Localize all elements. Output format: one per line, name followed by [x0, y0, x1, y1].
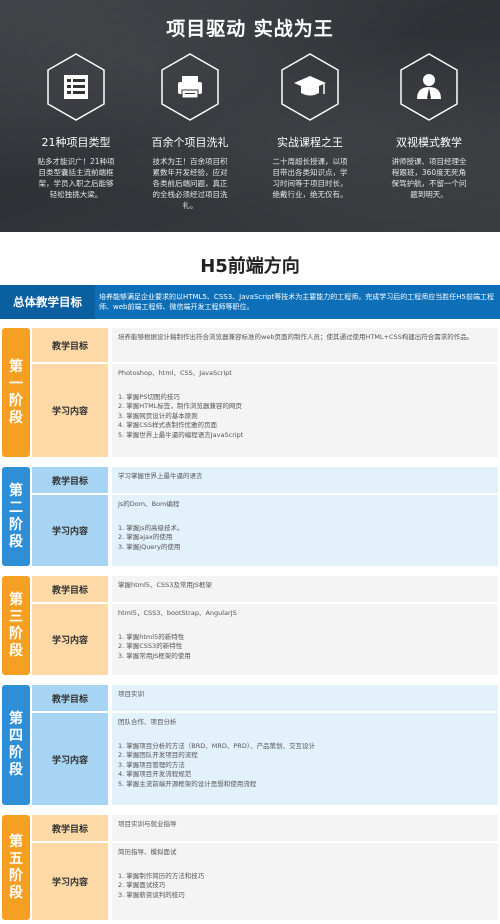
stage-label: 第四阶段 — [2, 685, 30, 805]
goal-row: 教学目标 项目实训与就业指导 — [32, 815, 498, 841]
content-head: 团队合作、项目分析 — [118, 718, 177, 726]
content-row-label: 学习内容 — [32, 495, 108, 566]
stage-label: 第三阶段 — [2, 576, 30, 675]
hero-banner: 项目驱动 实战为王 21种项目类型 贴多才能识广！21种项目类型囊括主流前端框架… — [0, 0, 500, 232]
goal-row-label: 教学目标 — [32, 815, 108, 841]
goal-row-text: 掌握html5、CSS3及常用JS框架 — [112, 576, 498, 602]
goal-row: 教学目标 培养能够根据设计稿制作出符合浏览器兼容标准的web页面的制作人员；使其… — [32, 328, 498, 362]
list-item: 2. 掌握ajax的使用 — [118, 533, 173, 541]
content-row-body: Photoshop、html、CSS、JavaScript 1. 掌握PS切图的… — [112, 364, 498, 457]
feature-title: 实战课程之王 — [277, 136, 343, 149]
goal-row: 教学目标 项目实训 — [32, 685, 498, 711]
goal-text: 项目实训 — [118, 690, 144, 698]
content-head: Js的Dom、Bom编程 — [118, 500, 180, 508]
content-row: 学习内容 团队合作、项目分析 1. 掌握项目分析的方法（BRD、MRD、PRD）… — [32, 713, 498, 805]
overall-goal-bar: 总体教学目标 培养能够满足企业要求的以HTML5、CSS3、JavaScript… — [0, 285, 500, 319]
stage-label: 第二阶段 — [2, 467, 30, 566]
list-item: 3. 掌握网页设计的基本原则 — [118, 411, 198, 420]
feature-title: 21种项目类型 — [41, 136, 111, 149]
goal-text: 项目实训与就业指导 — [118, 820, 177, 828]
goal-text: 学习掌握世界上最牛逼的语言 — [118, 472, 203, 480]
list-item: 1. 掌握js的高级技术。 — [118, 523, 184, 532]
content-head: Photoshop、html、CSS、JavaScript — [118, 369, 232, 377]
goal-text: 培养能够根据设计稿制作出符合浏览器兼容标准的web页面的制作人员；使其通过使用H… — [118, 333, 474, 341]
stage-label: 第一阶段 — [2, 328, 30, 457]
section-title: H5前端方向 — [200, 256, 300, 277]
stage-label: 第五阶段 — [2, 815, 30, 920]
feature-title: 百余个项目洗礼 — [151, 136, 229, 149]
feature-courses: 实战课程之王 二十周超长授课，以项目带出各类知识点，学习时间等于项目时长，绝戴行… — [250, 52, 370, 200]
feature-projects: 百余个项目洗礼 技术为王！百余项目积累数年开发经验，应对各类前后端问题，真正的全… — [130, 52, 250, 211]
overall-goal-label: 总体教学目标 — [0, 285, 95, 319]
feature-desc: 贴多才能识广！21种项目类型囊括主流前端框架，学员入职之后能够轻松独挑大梁。 — [37, 157, 115, 199]
hexagon-frame — [398, 52, 460, 122]
goal-row: 教学目标 学习掌握世界上最牛逼的语言 — [32, 467, 498, 493]
content-row: 学习内容 简历指导、模拟面试 1. 掌握制作简历的方法和技巧 2. 掌握面试技巧… — [32, 843, 498, 920]
goal-row-text: 项目实训 — [112, 685, 498, 711]
goal-row-text: 项目实训与就业指导 — [112, 815, 498, 841]
feature-teaching: 双视模式教学 讲师授课、项目经理全程跟班，360度无死角保驾护航，不留一个问题到… — [369, 52, 489, 200]
printer-icon — [178, 76, 202, 99]
goal-row-label: 教学目标 — [32, 467, 108, 493]
feature-project-types: 21种项目类型 贴多才能识广！21种项目类型囊括主流前端框架，学员入职之后能够轻… — [16, 52, 136, 200]
goal-row: 教学目标 掌握html5、CSS3及常用JS框架 — [32, 576, 498, 602]
stage-1: 第一阶段 教学目标 培养能够根据设计稿制作出符合浏览器兼容标准的web页面的制作… — [0, 324, 500, 461]
hero-title: 项目驱动 实战为王 — [166, 18, 334, 40]
goal-row-label: 教学目标 — [32, 685, 108, 711]
list-item: 1. 掌握html5的新特性 — [118, 632, 185, 641]
list-item: 3. 掌握常用JS框架的使用 — [118, 651, 191, 660]
graduation-cap-icon — [294, 76, 326, 96]
goal-text: 掌握html5、CSS3及常用JS框架 — [118, 581, 212, 589]
content-row-body: 简历指导、模拟面试 1. 掌握制作简历的方法和技巧 2. 掌握面试技巧 3. 掌… — [112, 843, 498, 920]
content-row-label: 学习内容 — [32, 604, 108, 675]
list-item: 4. 掌握项目开发流程规范 — [118, 770, 192, 778]
content-head: html5，CSS3、bootStrap、AngularJS — [118, 609, 237, 617]
content-row-label: 学习内容 — [32, 843, 108, 920]
stage-2: 第二阶段 教学目标 学习掌握世界上最牛逼的语言 学习内容 Js的Dom、Bom编… — [0, 463, 500, 570]
content-head: 简历指导、模拟面试 — [118, 848, 177, 856]
list-item: 1. 掌握制作简历的方法和技巧 — [118, 871, 205, 880]
list-item: 5. 掌握世界上最牛逼的编程语言JavaScript — [118, 430, 244, 439]
content-row-label: 学习内容 — [32, 364, 108, 457]
list-item: 2. 掌握团队开发项目的流程 — [118, 751, 198, 759]
list-item: 2. 掌握HTML标签，制作浏览器兼容的网页 — [118, 402, 242, 410]
hexagon-frame — [279, 52, 341, 122]
feature-title: 双视模式教学 — [396, 136, 462, 149]
goal-row-text: 培养能够根据设计稿制作出符合浏览器兼容标准的web页面的制作人员；使其通过使用H… — [112, 328, 498, 362]
stage-3: 第三阶段 教学目标 掌握html5、CSS3及常用JS框架 学习内容 html5… — [0, 572, 500, 679]
list-item: 3. 掌握项目管理的方法 — [118, 760, 185, 769]
stage-4: 第四阶段 教学目标 项目实训 学习内容 团队合作、项目分析 1. 掌握项目分析的… — [0, 681, 500, 809]
list-item: 5. 掌握主流前端开源框架的设计思想和使用流程 — [118, 779, 257, 788]
list-item: 3. 掌握薪资谈判的技巧 — [118, 890, 185, 899]
overall-goal-text: 培养能够满足企业要求的以HTML5、CSS3、JavaScript等技术为主要能… — [99, 293, 494, 311]
list-item: 3. 掌握jQuery的使用 — [118, 542, 181, 551]
feature-desc: 技术为王！百余项目积累数年开发经验，应对各类前后端问题，真正的全栈必须经过项目洗… — [152, 157, 228, 210]
hexagon-frame — [159, 52, 221, 122]
stage-5: 第五阶段 教学目标 项目实训与就业指导 学习内容 简历指导、模拟面试 1. 掌握… — [0, 811, 500, 924]
content-row-body: 团队合作、项目分析 1. 掌握项目分析的方法（BRD、MRD、PRD）、产品策划… — [112, 713, 498, 805]
feature-desc: 讲师授课、项目经理全程跟班，360度无死角保驾护航，不留一个问题到明天。 — [391, 157, 467, 199]
goal-row-label: 教学目标 — [32, 328, 108, 362]
content-row-body: html5，CSS3、bootStrap、AngularJS 1. 掌握html… — [112, 604, 498, 675]
content-row: 学习内容 Js的Dom、Bom编程 1. 掌握js的高级技术。 2. 掌握aja… — [32, 495, 498, 566]
content-row-label: 学习内容 — [32, 713, 108, 805]
list-item: 1. 掌握项目分析的方法（BRD、MRD、PRD）、产品策划、交互设计 — [118, 741, 316, 750]
goal-row-label: 教学目标 — [32, 576, 108, 602]
hexagon-frame — [45, 52, 107, 122]
feature-desc: 二十周超长授课，以项目带出各类知识点，学习时间等于项目时长，绝戴行业，绝无仅有。 — [272, 157, 348, 199]
list-item: 2. 掌握面试技巧 — [118, 881, 166, 889]
list-item: 1. 掌握PS切图的技巧 — [118, 392, 180, 401]
content-row: 学习内容 html5，CSS3、bootStrap、AngularJS 1. 掌… — [32, 604, 498, 675]
list-item: 4. 掌握CSS样式表制作优雅的页面 — [118, 421, 218, 429]
list-icon — [64, 75, 88, 99]
list-item: 2. 掌握CSS3的新特性 — [118, 642, 183, 650]
goal-row-text: 学习掌握世界上最牛逼的语言 — [112, 467, 498, 493]
content-row-body: Js的Dom、Bom编程 1. 掌握js的高级技术。 2. 掌握ajax的使用 … — [112, 495, 498, 566]
teacher-icon — [417, 74, 441, 100]
content-row: 学习内容 Photoshop、html、CSS、JavaScript 1. 掌握… — [32, 364, 498, 457]
